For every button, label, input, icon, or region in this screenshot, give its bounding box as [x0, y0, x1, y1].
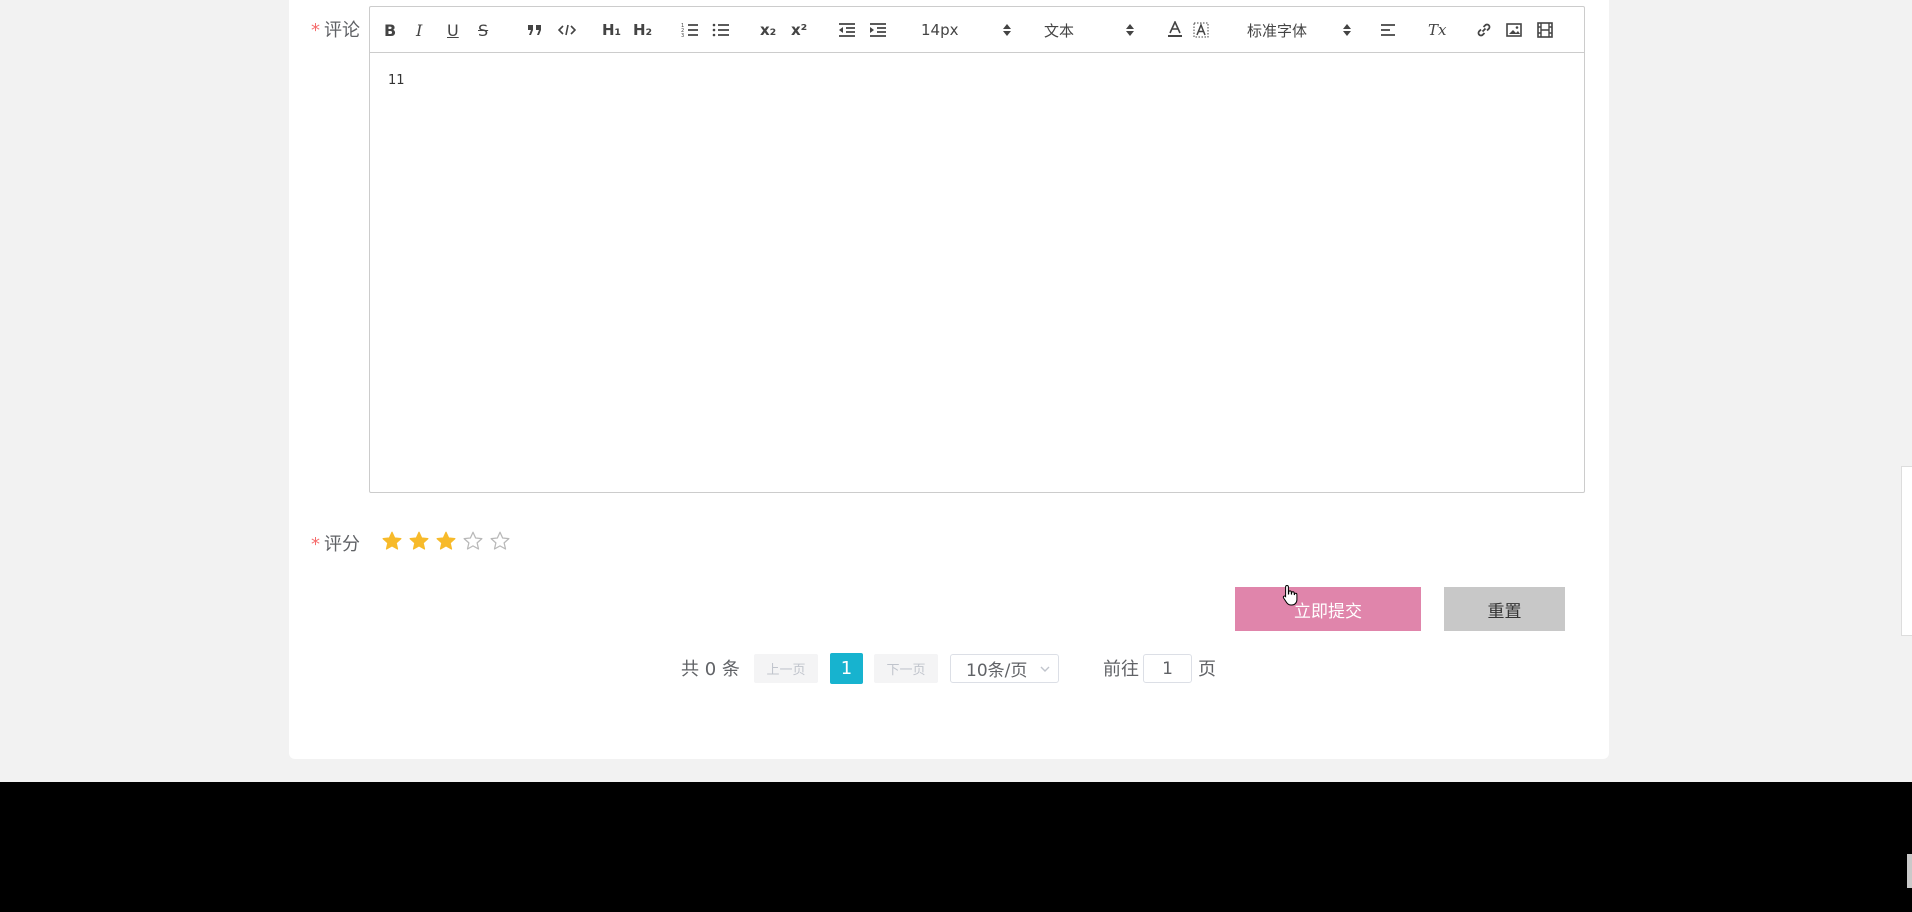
code-block-icon[interactable] [558, 19, 576, 41]
page-size-select[interactable]: 10条/页 [950, 654, 1059, 683]
header2-icon[interactable]: H₂ [633, 19, 652, 41]
font-size-select[interactable]: 14px [921, 17, 1011, 43]
superscript-icon[interactable]: x² [791, 19, 807, 41]
star-empty-icon[interactable] [463, 531, 483, 551]
rating-label: * 评分 [311, 534, 360, 555]
mini-scroll-thumb [1907, 854, 1912, 888]
required-mark: * [311, 20, 320, 41]
select-arrows-icon [1343, 24, 1351, 36]
black-overlay [0, 782, 1912, 912]
font-family-select[interactable]: 标准字体 [1247, 17, 1351, 43]
reset-button[interactable]: 重置 [1444, 587, 1565, 631]
hand-cursor-icon [1282, 584, 1298, 606]
select-arrows-icon [1126, 24, 1134, 36]
blockquote-icon[interactable] [527, 19, 543, 41]
select-arrows-icon [1003, 24, 1011, 36]
star-empty-icon[interactable] [490, 531, 510, 551]
star-filled-icon[interactable] [436, 531, 456, 551]
background-color-icon[interactable] [1193, 19, 1209, 41]
page-number-current[interactable]: 1 [830, 653, 863, 684]
scrollbar-thumb[interactable] [1901, 466, 1912, 636]
goto-label: 前往 [1103, 659, 1139, 680]
chevron-down-icon [1040, 666, 1050, 672]
ordered-list-icon[interactable]: 123 [681, 19, 699, 41]
star-filled-icon[interactable] [382, 531, 402, 551]
outdent-icon[interactable] [838, 19, 856, 41]
editor-toolbar: B I U S H₁ H₂ 123 x₂ x² 14px 文本 标准字体 Tx [370, 7, 1584, 53]
clear-format-icon[interactable]: Tx [1428, 19, 1446, 41]
goto-page-input[interactable]: 1 [1143, 654, 1192, 683]
image-icon[interactable] [1506, 19, 1522, 41]
strike-icon[interactable]: S [478, 19, 488, 41]
subscript-icon[interactable]: x₂ [760, 19, 776, 41]
align-icon[interactable] [1380, 19, 1396, 41]
link-icon[interactable] [1475, 19, 1493, 41]
pagination-total: 共 0 条 [681, 659, 740, 680]
header-select[interactable]: 文本 [1044, 17, 1134, 43]
bullet-list-icon[interactable] [712, 19, 730, 41]
bold-icon[interactable]: B [384, 19, 396, 41]
editor-content[interactable]: 11 [388, 73, 405, 88]
text-color-icon[interactable] [1167, 19, 1183, 41]
indent-icon[interactable] [869, 19, 887, 41]
prev-page-button[interactable]: 上一页 [754, 654, 818, 683]
comment-label: * 评论 [311, 20, 360, 41]
italic-icon[interactable]: I [416, 19, 422, 41]
video-icon[interactable] [1537, 19, 1553, 41]
required-mark: * [311, 534, 320, 555]
page-scrollbar[interactable] [1900, 0, 1912, 782]
next-page-button[interactable]: 下一页 [874, 654, 938, 683]
page-unit-label: 页 [1198, 659, 1216, 680]
header1-icon[interactable]: H₁ [602, 19, 621, 41]
svg-text:3: 3 [681, 33, 684, 38]
rating-stars[interactable] [382, 531, 510, 551]
underline-icon[interactable]: U [447, 19, 459, 41]
submit-button[interactable]: 立即提交 [1235, 587, 1421, 631]
rich-text-editor: B I U S H₁ H₂ 123 x₂ x² 14px 文本 标准字体 Tx … [369, 6, 1585, 493]
star-filled-icon[interactable] [409, 531, 429, 551]
